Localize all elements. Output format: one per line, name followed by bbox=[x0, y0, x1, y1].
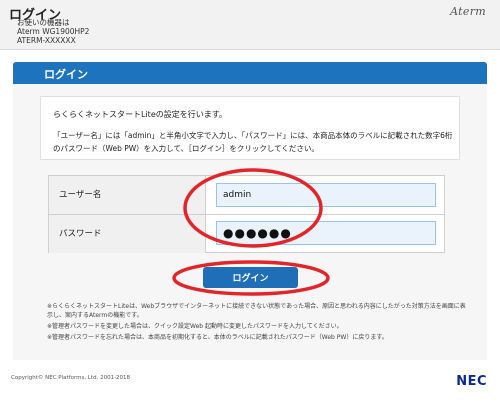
username-label-cell: ユーザー名 bbox=[49, 176, 205, 214]
page-header: ログイン お使いの機器は Aterm WG1900HP2 ATERM-XXXXX… bbox=[0, 0, 500, 50]
password-label-cell: パスワード bbox=[49, 215, 205, 253]
section-title: ログイン bbox=[44, 68, 88, 81]
note-password-forgotten: ※管理者パスワードを忘れた場合は、本商品を初期化すると、本体のラベルに記載された… bbox=[47, 334, 388, 341]
copyright: Copyright© NEC Platforms, Ltd. 2001-2018 bbox=[11, 375, 131, 381]
device-name: ATERM-XXXXXX bbox=[17, 36, 76, 45]
note-password-changed: ※管理者パスワードを変更した場合は、クイック設定Web 起動時に変更したパスワー… bbox=[47, 323, 343, 330]
username-label: ユーザー名 bbox=[59, 190, 102, 200]
instruction-detail: 「ユーザー名」には「admin」と半角小文字で入力し、「パスワード」には、本商品… bbox=[53, 131, 453, 153]
device-model: Aterm WG1900HP2 bbox=[17, 27, 90, 36]
section-header: ログイン bbox=[13, 62, 487, 84]
note-feature: ※らくらくネットスタートLiteは、Webブラウザでインターネットに接続できない… bbox=[47, 303, 466, 319]
instruction-box: らくらくネットスタートLiteの設定を行います。 「ユーザー名」には「admin… bbox=[40, 96, 460, 160]
login-form: ユーザー名 パスワード bbox=[48, 175, 445, 253]
column-divider bbox=[205, 176, 206, 252]
username-input[interactable] bbox=[216, 183, 436, 207]
login-button[interactable]: ログイン bbox=[203, 267, 298, 288]
nec-logo: NEC bbox=[456, 374, 487, 389]
instruction-intro: らくらくネットスタートLiteの設定を行います。 bbox=[53, 110, 227, 119]
device-label: お使いの機器は bbox=[17, 18, 70, 27]
password-input[interactable] bbox=[216, 221, 436, 245]
aterm-logo: Aterm bbox=[450, 5, 486, 18]
password-label: パスワード bbox=[59, 229, 102, 239]
